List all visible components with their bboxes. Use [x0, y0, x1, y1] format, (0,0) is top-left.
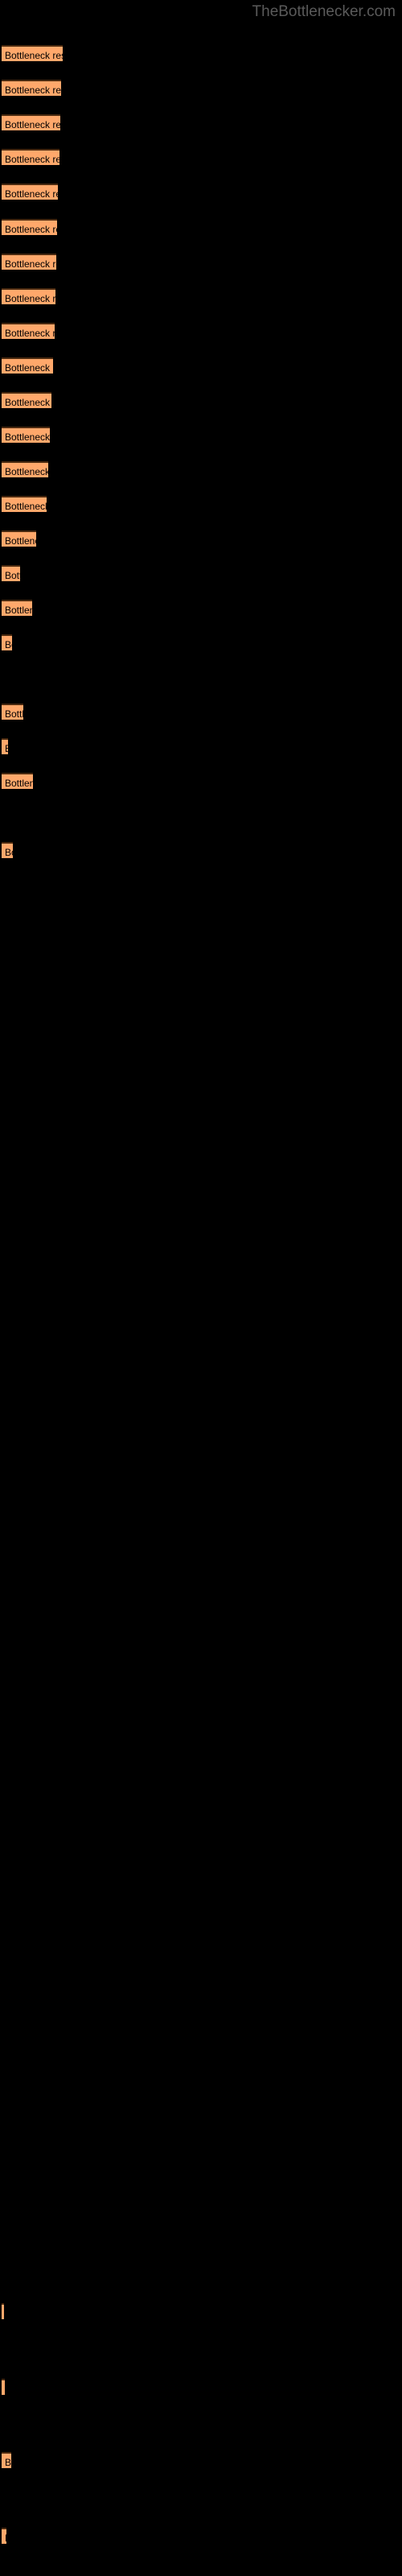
bar-label: Bottleneck result	[5, 847, 13, 858]
chart-bar[interactable]: Bottleneck result	[2, 600, 32, 616]
chart-bar[interactable]: Bottleneck result	[2, 323, 55, 339]
chart-bar[interactable]: Bottleneck result	[2, 392, 51, 408]
bar-label: Bottleneck result	[5, 605, 32, 616]
chart-bar[interactable]: Bottleneck result	[2, 184, 58, 200]
bar-label: Bottleneck result	[5, 778, 33, 789]
bar-label: Bottleneck result	[5, 293, 55, 304]
chart-bar[interactable]: Bottleneck result	[2, 634, 12, 650]
chart-bar[interactable]: Bottleneck result	[2, 427, 50, 443]
chart-bar[interactable]: Bottleneck result	[2, 2303, 4, 2319]
bar-label: Bottleneck result	[5, 2531, 6, 2544]
bar-label: Bottleneck result	[5, 501, 47, 512]
chart-bar[interactable]: Bottleneck result	[2, 288, 55, 304]
chart-bar[interactable]: Bottleneck result	[2, 114, 60, 130]
chart-bar[interactable]: Bottleneck result	[2, 45, 63, 61]
chart-bar[interactable]: Bottleneck result	[2, 842, 13, 858]
bar-label: Bottleneck result	[5, 119, 60, 130]
bar-label: Bottleneck result	[5, 50, 63, 61]
bar-label: Bottleneck result	[5, 328, 55, 339]
bar-label: Bottleneck result	[5, 570, 20, 581]
bar-label: Bottleneck result	[5, 466, 48, 477]
chart-bar[interactable]: Bottleneck result	[2, 219, 57, 235]
chart-bar[interactable]: Bottleneck result	[2, 254, 56, 270]
chart-bar[interactable]: Bottleneck result	[2, 565, 20, 581]
chart-bar[interactable]: Bottleneck result	[2, 704, 23, 720]
chart-bar[interactable]: Bottleneck result	[2, 2379, 5, 2395]
chart-bar[interactable]: Bottleneck result	[2, 461, 48, 477]
bar-label: Bottleneck result	[5, 154, 59, 165]
chart-bar[interactable]: Bottleneck result	[2, 530, 36, 547]
bar-label: Bottleneck result	[5, 258, 56, 270]
chart-bar[interactable]: Bottleneck result	[2, 773, 33, 789]
bar-label: Bottleneck result	[5, 362, 53, 374]
bar-label: Bottleneck result	[5, 85, 61, 96]
bar-label: Bottleneck result	[5, 224, 57, 235]
chart-bar[interactable]: Bottleneck result	[2, 357, 53, 374]
chart-bar[interactable]: Bottleneck result	[2, 738, 8, 754]
bar-label: Bottleneck result	[5, 708, 23, 720]
bar-label: Bottleneck result	[5, 2457, 11, 2468]
bar-label: Bottleneck result	[5, 431, 50, 443]
chart-bar[interactable]: Bottleneck result	[2, 80, 61, 96]
chart-bar[interactable]: Bottleneck result	[2, 2528, 6, 2544]
chart-bar[interactable]: Bottleneck result	[2, 496, 47, 512]
bar-label: Bottleneck result	[5, 188, 58, 200]
bar-label: Bottleneck result	[5, 741, 8, 754]
bar-label: Bottleneck result	[5, 639, 12, 650]
chart-bar[interactable]: Bottleneck result	[2, 149, 59, 165]
bar-label: Bottleneck result	[5, 535, 36, 547]
chart-bar[interactable]: Bottleneck result	[2, 2452, 11, 2468]
bar-label: Bottleneck result	[5, 397, 51, 408]
bottleneck-bar-chart: Bottleneck result Bottleneck result Bottle…	[0, 0, 402, 2576]
